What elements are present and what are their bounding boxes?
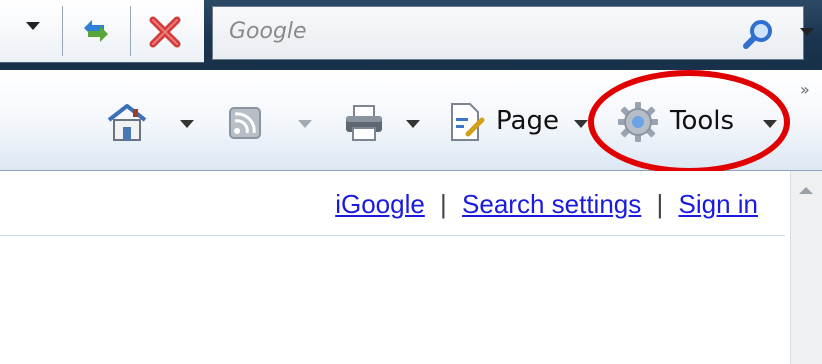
page-icon[interactable]	[446, 100, 486, 144]
address-bar: Google	[0, 0, 822, 70]
divider	[0, 235, 785, 236]
address-dropdown-button[interactable]	[26, 22, 40, 30]
rss-icon[interactable]	[224, 100, 268, 144]
search-dropdown-button[interactable]	[800, 28, 814, 36]
navigation-buttons-area	[0, 0, 204, 63]
page-menu-label[interactable]: Page	[496, 106, 559, 136]
link-separator: |	[656, 189, 664, 219]
browser-window: Google » Page Tools iGoogle | Search set…	[0, 0, 822, 364]
search-field[interactable]: Google	[212, 6, 804, 60]
sign-in-link[interactable]: Sign in	[679, 189, 759, 219]
stop-icon[interactable]	[147, 14, 183, 50]
search-placeholder: Google	[229, 19, 307, 44]
home-dropdown-button[interactable]	[180, 120, 194, 128]
print-dropdown-button[interactable]	[406, 120, 420, 128]
scroll-up-arrow-icon[interactable]	[799, 187, 813, 194]
highlight-circle	[588, 70, 790, 174]
print-icon[interactable]	[340, 100, 388, 144]
igoogle-link[interactable]: iGoogle	[335, 189, 425, 219]
vertical-scrollbar[interactable]	[790, 171, 822, 364]
page-content: iGoogle | Search settings | Sign in	[0, 171, 822, 364]
page-dropdown-button[interactable]	[574, 120, 588, 128]
home-icon[interactable]	[105, 100, 149, 144]
top-links: iGoogle | Search settings | Sign in	[335, 189, 758, 220]
search-icon[interactable]	[742, 18, 774, 50]
link-separator: |	[440, 189, 447, 219]
search-settings-link[interactable]: Search settings	[462, 189, 641, 219]
refresh-icon[interactable]	[78, 14, 114, 48]
overflow-chevron-icon[interactable]: »	[800, 80, 810, 99]
feeds-dropdown-button[interactable]	[298, 120, 312, 128]
separator	[62, 6, 63, 56]
separator	[130, 6, 131, 56]
